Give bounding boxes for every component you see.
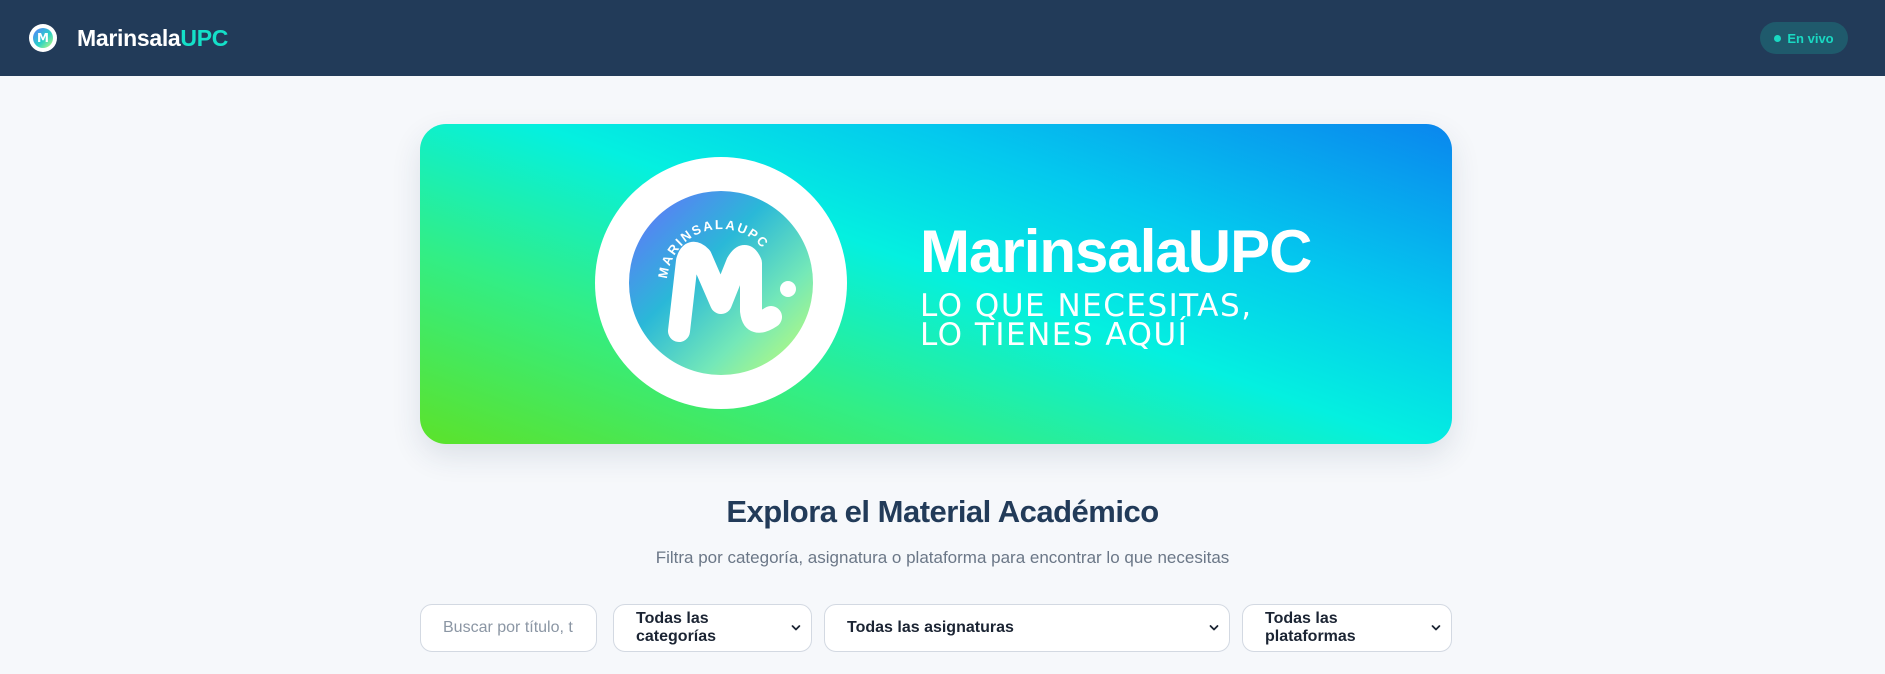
category-select[interactable]: Todas las categorías [613, 604, 812, 652]
search-input[interactable]: Buscar por título, t [420, 604, 597, 652]
chevron-down-icon [1431, 625, 1441, 631]
hero-tagline-line2: LO TIENES AQUÍ [920, 317, 1189, 353]
brand-logo-icon[interactable]: M [29, 24, 57, 52]
section-title: Explora el Material Académico [726, 494, 1159, 529]
chevron-down-icon [791, 625, 801, 631]
platform-select-value: Todas las plataformas [1265, 610, 1356, 645]
live-status-label: En vivo [1787, 30, 1834, 46]
category-select-value: Todas las categorías [636, 610, 717, 645]
subject-select[interactable]: Todas las asignaturas [824, 604, 1230, 652]
subject-select-value: Todas las asignaturas [847, 619, 1014, 636]
live-dot-icon [1774, 34, 1782, 42]
hero-logo: MARINSALAUPC [595, 157, 847, 409]
platform-select[interactable]: Todas las plataformas [1242, 604, 1452, 652]
chevron-down-icon [1209, 625, 1219, 631]
hero-logo-mark-icon: MARINSALAUPC [655, 217, 796, 342]
hero-banner: MARINSALAUPC MarinsalaUPC LO QUE NECESIT… [420, 124, 1452, 444]
hero-tagline: LO QUE NECESITAS, LO TIENES AQUÍ [920, 291, 1253, 353]
brand-name[interactable]: MarinsalaUPC [77, 24, 228, 52]
section-subtitle: Filtra por categoría, asignatura o plata… [655, 548, 1230, 567]
live-status-badge: En vivo [1760, 22, 1848, 54]
brand-name-part1: Marinsala [77, 25, 181, 51]
brand-logo-letter: M [33, 28, 53, 48]
hero-title: MarinsalaUPC [920, 218, 1312, 285]
top-navbar: M MarinsalaUPC En vivo [0, 0, 1885, 76]
brand-name-part2: UPC [180, 25, 229, 51]
search-placeholder: Buscar por título, t [443, 619, 573, 636]
